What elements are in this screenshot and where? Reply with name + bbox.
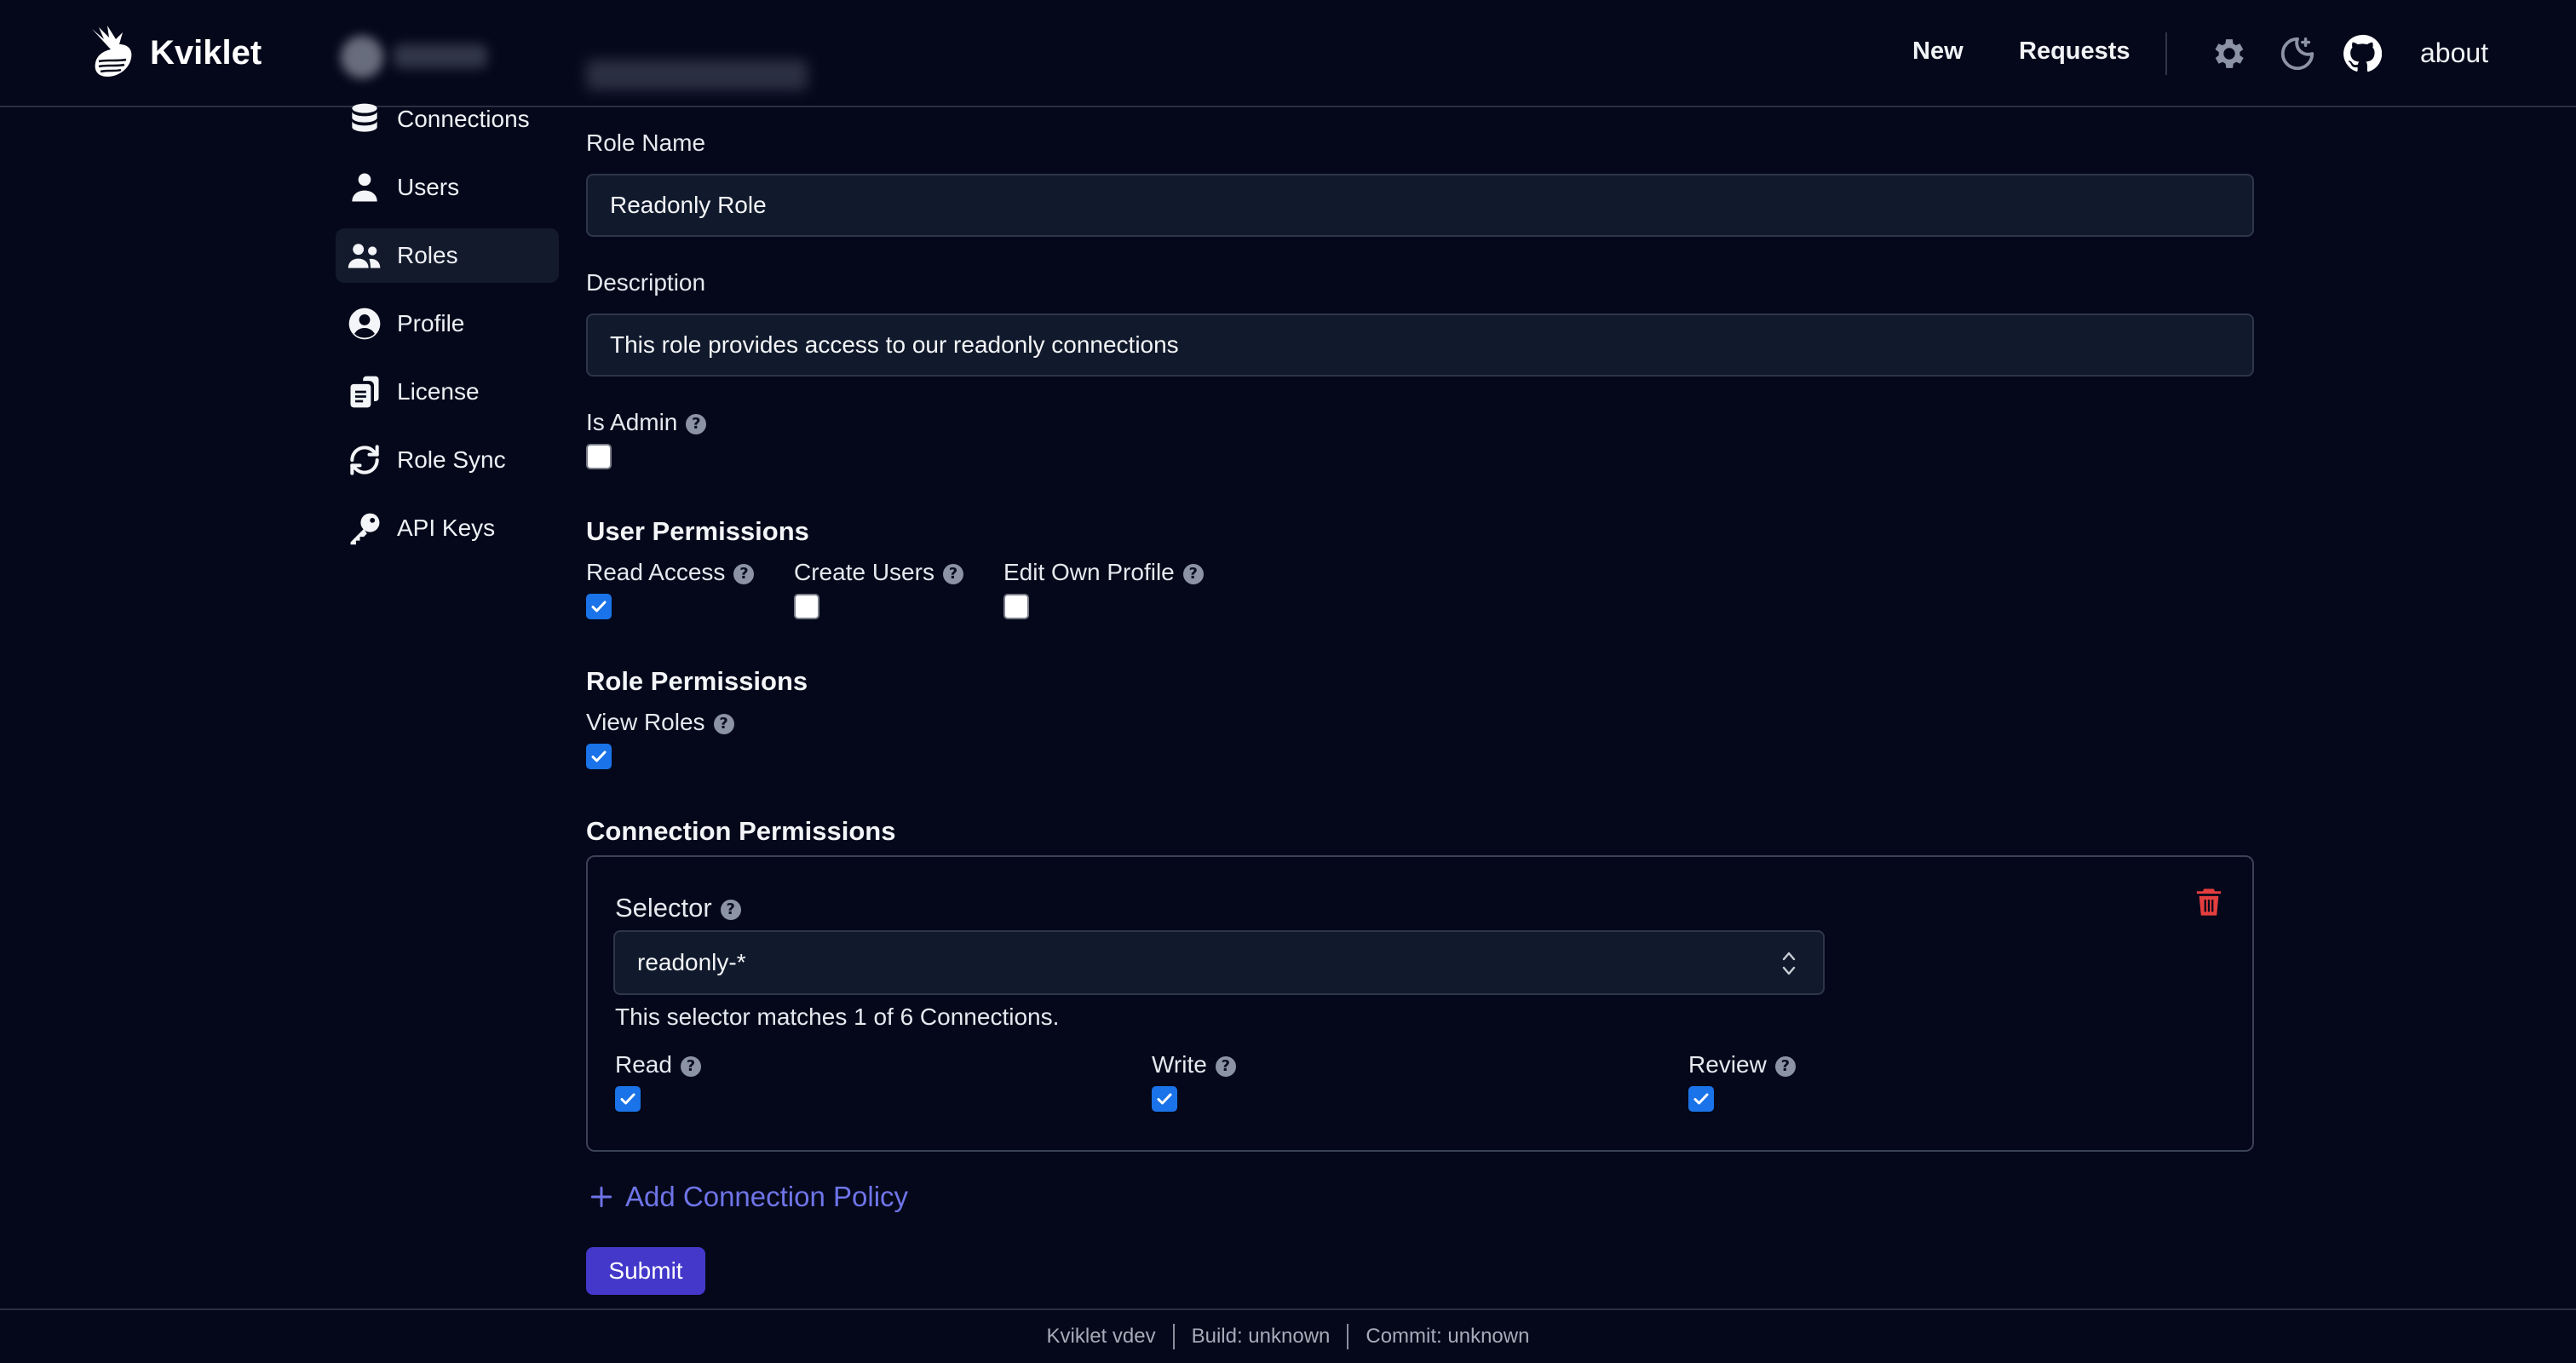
is-admin-checkbox[interactable]: [586, 444, 612, 469]
create-users-checkbox[interactable]: [794, 594, 819, 619]
checkmark-icon: [1693, 1093, 1709, 1105]
policy-read-checkbox[interactable]: [615, 1086, 641, 1112]
selector-value: readonly-*: [637, 949, 746, 975]
settings-sidebar: Connections Users Roles Profile License …: [336, 92, 559, 569]
nav-requests-link[interactable]: Requests: [2019, 37, 2130, 66]
footer-build: Build: unknown: [1191, 1325, 1331, 1348]
nav-divider: [2165, 32, 2167, 75]
settings-gear-icon[interactable]: [2210, 34, 2249, 73]
blurred-user-name: [394, 44, 487, 68]
footer-version: Kviklet vdev: [1046, 1325, 1156, 1348]
sidebar-item-api-keys[interactable]: API Keys: [336, 501, 559, 555]
view-roles-checkbox[interactable]: [586, 744, 612, 769]
help-icon[interactable]: ?: [1774, 1055, 1796, 1077]
trash-icon[interactable]: [2194, 886, 2223, 918]
sync-icon: [350, 445, 379, 475]
nav-new-link[interactable]: New: [1912, 37, 1964, 66]
footer: Kviklet vdev Build: unknown Commit: unkn…: [0, 1308, 2576, 1363]
help-icon[interactable]: ?: [1215, 1055, 1236, 1077]
policy-write-checkbox[interactable]: [1152, 1086, 1177, 1112]
nav-about-link[interactable]: about: [2420, 37, 2488, 69]
sidebar-item-label: License: [397, 378, 480, 405]
sidebar-item-roles[interactable]: Roles: [336, 228, 559, 283]
blurred-avatar: [341, 36, 383, 78]
description-input[interactable]: This role provides access to our readonl…: [586, 313, 2254, 377]
view-roles-label: View Roles?: [586, 709, 734, 736]
checkmark-icon: [591, 601, 607, 612]
read-access-checkbox[interactable]: [586, 594, 612, 619]
help-icon[interactable]: ?: [733, 563, 755, 584]
app-name: Kviklet: [150, 33, 262, 72]
users-group-icon: [348, 244, 381, 268]
create-users-label: Create Users?: [794, 559, 963, 586]
plus-icon: [590, 1186, 612, 1208]
help-icon[interactable]: ?: [942, 563, 963, 584]
user-permissions-title: User Permissions: [586, 516, 809, 546]
read-access-label: Read Access?: [586, 559, 755, 586]
github-icon[interactable]: [2343, 34, 2382, 73]
policy-review-checkbox[interactable]: [1688, 1086, 1714, 1112]
policy-write-label: Write?: [1152, 1051, 1236, 1078]
select-chevrons-icon: [1782, 952, 1796, 975]
help-icon[interactable]: ?: [720, 899, 741, 920]
selector-match-text: This selector matches 1 of 6 Connections…: [615, 1004, 1060, 1030]
selector-label: Selector?: [615, 893, 741, 923]
checkmark-icon: [1157, 1093, 1172, 1105]
selector-select[interactable]: readonly-*: [613, 930, 1825, 995]
sidebar-item-license[interactable]: License: [336, 365, 559, 419]
sidebar-item-role-sync[interactable]: Role Sync: [336, 433, 559, 487]
help-icon[interactable]: ?: [713, 713, 734, 734]
user-circle-icon: [348, 308, 381, 340]
submit-button[interactable]: Submit: [586, 1247, 705, 1295]
checkmark-icon: [591, 751, 607, 762]
checkmark-icon: [620, 1093, 635, 1105]
kviklet-logo-icon: [92, 26, 132, 77]
license-icon: [350, 376, 379, 408]
database-icon: [352, 103, 377, 132]
sidebar-item-label: Roles: [397, 242, 458, 268]
edit-own-profile-label: Edit Own Profile?: [1003, 559, 1204, 586]
user-icon: [352, 173, 377, 202]
sidebar-item-label: Users: [397, 174, 460, 200]
brand-link[interactable]: Kviklet: [85, 24, 262, 82]
help-icon[interactable]: ?: [686, 413, 707, 434]
blurred-page-title: [586, 60, 808, 90]
role-permissions-title: Role Permissions: [586, 666, 808, 696]
add-connection-policy-button[interactable]: Add Connection Policy: [588, 1181, 908, 1213]
description-label: Description: [586, 269, 706, 296]
theme-moon-icon[interactable]: [2278, 34, 2317, 73]
help-icon[interactable]: ?: [680, 1055, 701, 1077]
footer-divider: [1347, 1324, 1349, 1349]
connection-permissions-title: Connection Permissions: [586, 816, 896, 846]
add-connection-policy-label: Add Connection Policy: [625, 1181, 909, 1212]
is-admin-label: Is Admin?: [586, 409, 707, 436]
sidebar-item-label: API Keys: [397, 515, 496, 541]
help-icon[interactable]: ?: [1182, 563, 1204, 584]
footer-divider: [1172, 1324, 1175, 1349]
sidebar-item-connections[interactable]: Connections: [336, 92, 559, 147]
sidebar-item-label: Connections: [397, 106, 530, 132]
sidebar-item-label: Profile: [397, 310, 465, 336]
policy-read-label: Read?: [615, 1051, 701, 1078]
policy-review-label: Review?: [1688, 1051, 1796, 1078]
sidebar-item-label: Role Sync: [397, 446, 506, 473]
role-name-input[interactable]: Readonly Role: [586, 174, 2254, 237]
sidebar-item-users[interactable]: Users: [336, 160, 559, 215]
sidebar-item-profile[interactable]: Profile: [336, 296, 559, 351]
role-name-label: Role Name: [586, 129, 706, 156]
edit-own-profile-checkbox[interactable]: [1003, 594, 1029, 619]
key-icon: [350, 513, 380, 545]
footer-commit: Commit: unknown: [1366, 1325, 1530, 1348]
